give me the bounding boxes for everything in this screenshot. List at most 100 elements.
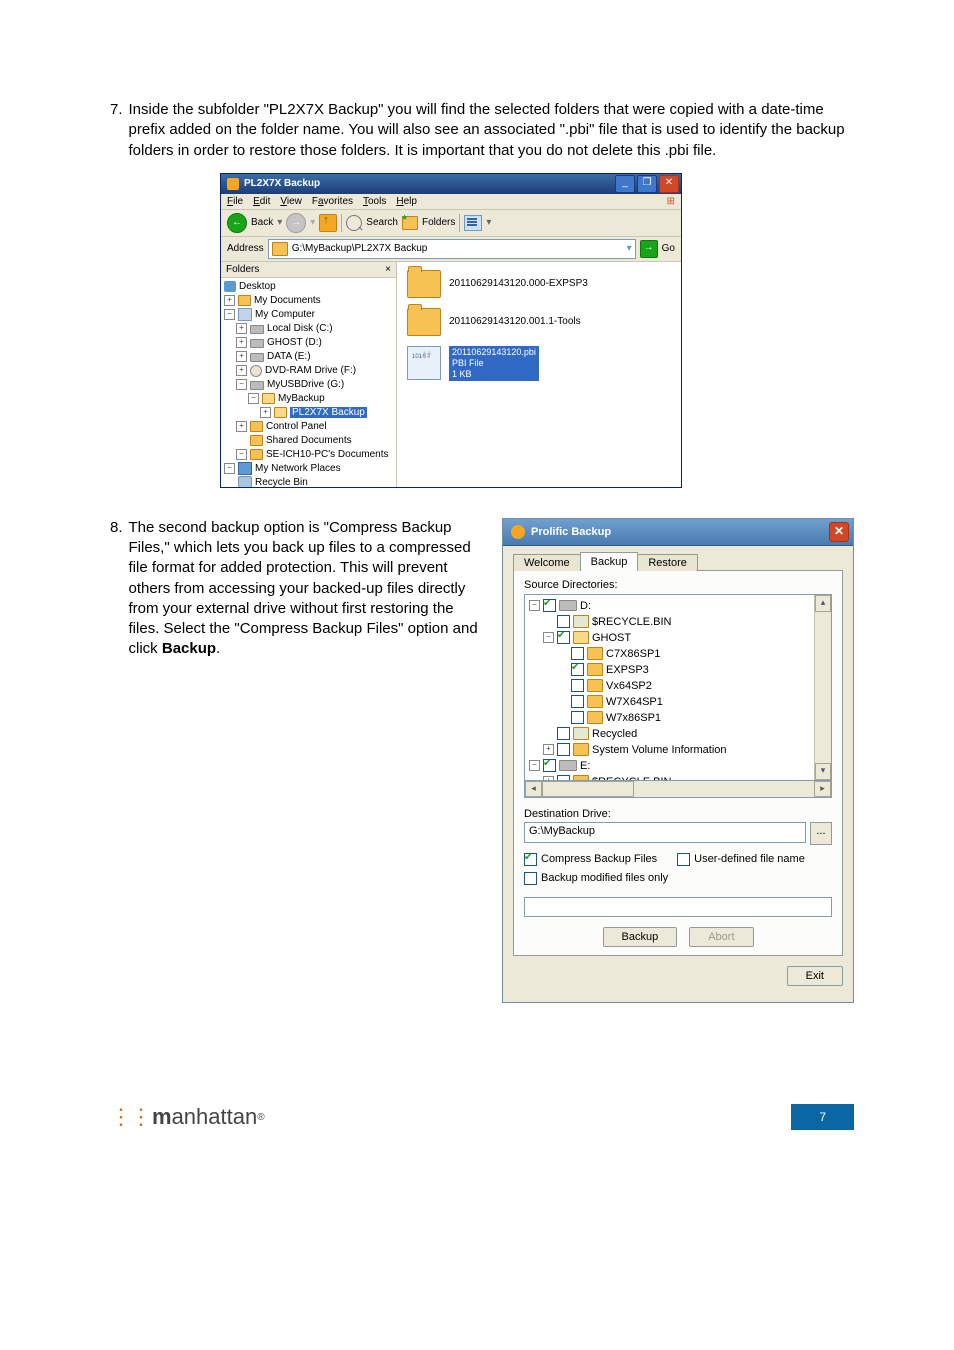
tab-welcome[interactable]: Welcome (513, 554, 581, 571)
tree-expand[interactable]: + (236, 421, 247, 432)
checkbox-expsp3[interactable] (571, 663, 584, 676)
prolific-titlebar[interactable]: Prolific Backup ✕ (503, 519, 853, 546)
search-button[interactable]: Search (366, 217, 398, 228)
checkbox[interactable] (571, 695, 584, 708)
browse-button[interactable]: ... (810, 822, 832, 845)
node-recyclebin[interactable]: $RECYCLE.BIN (592, 616, 671, 628)
scroll-thumb[interactable] (542, 781, 634, 797)
checkbox-compress[interactable] (524, 853, 537, 866)
checkbox[interactable] (557, 727, 570, 740)
checkbox[interactable] (557, 743, 570, 756)
tab-restore[interactable]: Restore (637, 554, 698, 571)
views-button[interactable] (464, 215, 482, 231)
node-svi[interactable]: System Volume Information (592, 744, 727, 756)
node-d[interactable]: D: (580, 600, 591, 612)
tree-expand[interactable]: + (260, 407, 271, 418)
scroll-down-button[interactable]: ▾ (815, 763, 831, 780)
forward-button[interactable]: → (286, 213, 306, 233)
tree-recycle[interactable]: Recycle Bin (255, 477, 308, 487)
tree-expand[interactable]: + (236, 323, 247, 334)
go-button[interactable]: Go (662, 243, 675, 254)
address-input[interactable]: G:\MyBackup\PL2X7X Backup ▾ (268, 239, 636, 259)
backup-button[interactable]: Backup (603, 927, 678, 947)
checkbox-e[interactable] (543, 759, 556, 772)
tree-desktop[interactable]: Desktop (239, 281, 276, 292)
node-recycled[interactable]: Recycled (592, 728, 637, 740)
checkbox-userdef[interactable] (677, 853, 690, 866)
scroll-thumb[interactable] (815, 612, 831, 660)
tree-pl2x7x-selected[interactable]: PL2X7X Backup (290, 407, 367, 418)
abort-button[interactable]: Abort (689, 927, 753, 947)
dest-input[interactable]: G:\MyBackup (524, 822, 806, 843)
tree-collapse[interactable]: − (224, 309, 235, 320)
v-scrollbar[interactable]: ▴ ▾ (814, 595, 831, 780)
node-w764[interactable]: W7X64SP1 (606, 696, 663, 708)
tree-collapse[interactable]: − (543, 632, 554, 643)
tree-seich[interactable]: SE-ICH10-PC's Documents (266, 449, 389, 460)
checkbox-d[interactable] (543, 599, 556, 612)
tree-collapse[interactable]: − (248, 393, 259, 404)
checkbox[interactable] (571, 679, 584, 692)
close-button[interactable]: ✕ (659, 175, 679, 193)
scroll-right-button[interactable]: ▸ (814, 781, 831, 797)
node-ghost[interactable]: GHOST (592, 632, 631, 644)
tree-expand[interactable]: + (224, 295, 235, 306)
tree-collapse[interactable]: − (529, 600, 540, 611)
tree-collapse[interactable]: − (236, 449, 247, 460)
menu-tools[interactable]: Tools (363, 196, 386, 207)
scroll-left-button[interactable]: ◂ (525, 781, 542, 797)
tree-mybackup[interactable]: MyBackup (278, 393, 325, 404)
node-e[interactable]: E: (580, 760, 590, 772)
tree-expand[interactable]: + (236, 337, 247, 348)
content-pane[interactable]: 20110629143120.000-EXPSP3 20110629143120… (397, 262, 681, 487)
folder-tree[interactable]: Desktop + My Documents − My Computer + Loca… (221, 278, 396, 487)
tree-shared[interactable]: Shared Documents (266, 435, 352, 446)
close-button[interactable]: ✕ (829, 522, 849, 542)
node-c7[interactable]: C7X86SP1 (606, 648, 660, 660)
exit-button[interactable]: Exit (787, 966, 843, 986)
up-button[interactable] (319, 214, 337, 232)
tree-mydocs[interactable]: My Documents (254, 295, 321, 306)
tree-expand[interactable]: + (543, 744, 554, 755)
h-scrollbar[interactable]: ◂ ▸ (524, 781, 832, 798)
tree-expand[interactable]: + (236, 365, 247, 376)
node-vx[interactable]: Vx64SP2 (606, 680, 652, 692)
tree-collapse[interactable]: − (529, 760, 540, 771)
checkbox-modified[interactable] (524, 872, 537, 885)
tree-f[interactable]: DVD-RAM Drive (F:) (265, 365, 356, 376)
tree-cpanel[interactable]: Control Panel (266, 421, 327, 432)
tree-expand[interactable]: + (543, 776, 554, 780)
tree-d[interactable]: GHOST (D:) (267, 337, 322, 348)
folders-pane-close[interactable]: × (385, 264, 391, 275)
file-item-folder2[interactable]: 20110629143120.001.1-Tools (407, 308, 671, 336)
checkbox[interactable] (571, 711, 584, 724)
tree-mycomputer[interactable]: My Computer (255, 309, 315, 320)
source-tree[interactable]: −D: $RECYCLE.BIN −GHOST C7X86SP1 EXPSP3 … (524, 594, 832, 781)
menu-view[interactable]: View (280, 196, 302, 207)
tab-backup[interactable]: Backup (580, 552, 639, 571)
node-w786[interactable]: W7x86SP1 (606, 712, 661, 724)
file-item-pbi[interactable]: 20110629143120.pbi PBI File 1 KB (407, 346, 671, 381)
checkbox[interactable] (557, 775, 570, 780)
maximize-button[interactable]: ❐ (637, 175, 657, 193)
tree-g[interactable]: MyUSBDrive (G:) (267, 379, 344, 390)
menu-edit[interactable]: Edit (253, 196, 270, 207)
checkbox[interactable] (571, 647, 584, 660)
minimize-button[interactable]: _ (615, 175, 635, 193)
checkbox-ghost[interactable] (557, 631, 570, 644)
tree-c[interactable]: Local Disk (C:) (267, 323, 333, 334)
tree-expand[interactable]: + (236, 351, 247, 362)
checkbox[interactable] (557, 615, 570, 628)
back-button[interactable]: ← (227, 213, 247, 233)
file-item-folder1[interactable]: 20110629143120.000-EXPSP3 (407, 270, 671, 298)
explorer-titlebar[interactable]: PL2X7X Backup _ ❐ ✕ (221, 174, 681, 194)
node-e-rec[interactable]: $RECYCLE.BIN (592, 776, 671, 780)
menu-help[interactable]: Help (396, 196, 417, 207)
node-expsp3[interactable]: EXPSP3 (606, 664, 649, 676)
tree-e[interactable]: DATA (E:) (267, 351, 311, 362)
menu-favorites[interactable]: Favorites (312, 196, 353, 207)
scroll-up-button[interactable]: ▴ (815, 595, 831, 612)
menu-file[interactable]: File (227, 196, 243, 207)
folders-button[interactable]: Folders (422, 217, 455, 228)
tree-network[interactable]: My Network Places (255, 463, 341, 474)
